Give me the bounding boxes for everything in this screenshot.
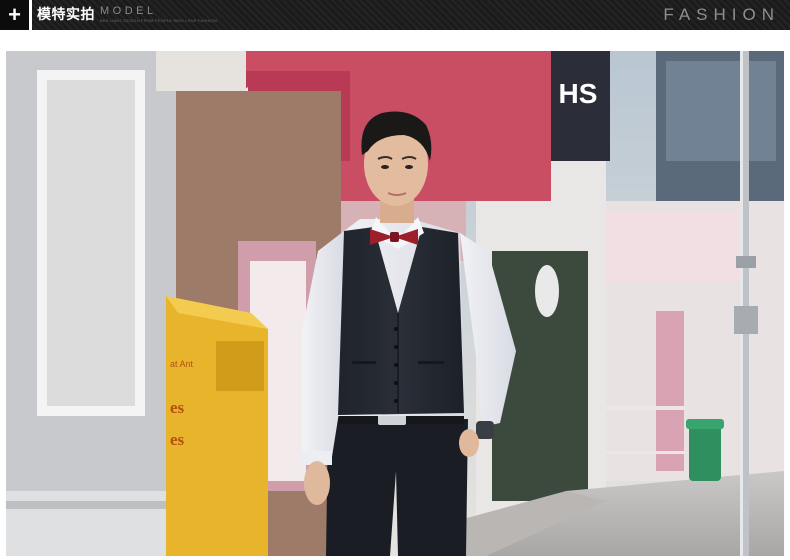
left-hand: [304, 461, 330, 505]
vest-button-1: [394, 327, 398, 331]
street-scene-illustration: HS at Ant es es: [6, 51, 784, 556]
light-stand-clamp-2: [734, 306, 758, 334]
plus-icon: +: [0, 0, 29, 30]
trash-bin-lid: [686, 419, 724, 429]
vest-button-3: [394, 363, 398, 367]
left-ledge: [156, 51, 246, 91]
window-frame: [37, 70, 145, 416]
right-awning: [596, 211, 746, 281]
green-trash-bin: [689, 423, 721, 481]
fashion-label: FASHION: [663, 5, 780, 24]
wall-base-line: [6, 501, 181, 509]
right-eye: [405, 165, 413, 169]
model-photo: HS at Ant es es: [6, 51, 784, 556]
railing-bottom: [606, 451, 686, 454]
vest-button-4: [394, 381, 398, 385]
wall-base: [6, 491, 181, 556]
mailbox-text-1: at Ant: [170, 359, 194, 369]
section-subtitle-en: BRILLIANT DESIGN FROM PEOPLE WHO LOVE FA…: [100, 18, 217, 23]
hs-sign-text: HS: [559, 78, 598, 109]
far-building-windows: [666, 61, 776, 161]
vest-pocket-right: [418, 361, 444, 364]
pink-sign: [656, 311, 684, 471]
yellow-mailbox: [166, 296, 268, 556]
light-stand-clamp-1: [736, 256, 756, 268]
light-stand-highlight: [740, 51, 743, 556]
section-title-en: MODEL: [100, 5, 157, 17]
mailbox-slot: [216, 341, 264, 391]
bow-tie-knot: [390, 232, 399, 242]
round-sign: [535, 265, 559, 317]
vest-pocket-left: [352, 361, 376, 364]
left-eye: [381, 165, 389, 169]
railing-top: [606, 406, 686, 410]
light-stand-pole: [743, 51, 749, 556]
watch-icon: [476, 421, 494, 439]
vest-button-2: [394, 345, 398, 349]
vest-button-5: [394, 399, 398, 403]
mailbox-text-3: es: [170, 430, 185, 449]
section-title-cn: 模特实拍: [37, 7, 95, 23]
right-hand: [459, 429, 479, 457]
section-header: + 模特实拍 MODEL BRILLIANT DESIGN FROM PEOPL…: [0, 0, 790, 30]
header-divider: [29, 0, 32, 30]
mailbox-text-2: es: [170, 398, 185, 417]
